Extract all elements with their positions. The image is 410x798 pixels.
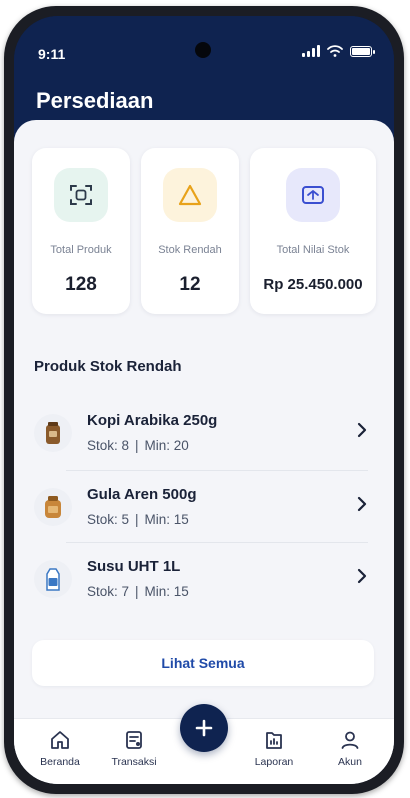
separator: |	[135, 512, 139, 527]
status-icons	[302, 45, 375, 57]
report-icon	[266, 732, 282, 749]
scan-icon	[54, 168, 108, 222]
separator: |	[135, 584, 139, 599]
plus-icon	[195, 719, 213, 737]
user-icon	[341, 731, 359, 749]
chevron-right-icon[interactable]	[354, 496, 370, 512]
stock-count: Stok: 8	[87, 438, 130, 453]
page-title: Persediaan	[36, 88, 154, 113]
min-stock: Min: 15	[144, 512, 189, 527]
app-header: 9:11 Persediaan	[14, 16, 394, 134]
chevron-right-icon[interactable]	[354, 422, 370, 438]
tab-label: Beranda	[40, 756, 80, 768]
warning-icon	[163, 168, 217, 222]
card-label: Total Nilai Stok	[276, 244, 350, 256]
receipt-icon	[126, 731, 142, 749]
wifi-icon	[327, 45, 343, 57]
card-value: 128	[65, 274, 97, 295]
tab-reports[interactable]: Laporan	[244, 729, 304, 768]
phone-frame: 9:11 Persediaan Total Produk 128 Stok Re…	[4, 6, 404, 794]
box-icon	[286, 168, 340, 222]
signal-icon	[302, 45, 320, 57]
app-screen: 9:11 Persediaan Total Produk 128 Stok Re…	[14, 16, 394, 784]
chevron-right-icon[interactable]	[354, 568, 370, 584]
product-name: Susu UHT 1L	[87, 558, 181, 575]
stock-info: Stok: 8 | Min: 20	[87, 438, 189, 453]
min-stock: Min: 20	[144, 438, 189, 453]
card-value: Rp 25.450.000	[263, 276, 363, 293]
tab-label: Laporan	[254, 756, 294, 768]
card-label: Stok Rendah	[158, 244, 222, 256]
status-time: 9:11	[38, 46, 66, 62]
battery-icon	[350, 45, 375, 57]
camera-cutout	[195, 42, 211, 58]
milk-carton-icon	[34, 560, 72, 598]
summary-card-low-stock[interactable]: Stok Rendah 12	[141, 148, 239, 314]
product-name: Gula Aren 500g	[87, 486, 197, 503]
summary-card-total-products[interactable]: Total Produk 128	[32, 148, 130, 314]
sugar-jar-icon	[34, 488, 72, 526]
min-stock: Min: 15	[144, 584, 189, 599]
card-label: Total Produk	[50, 244, 112, 256]
tab-label: Akun	[338, 756, 362, 768]
card-value: 12	[179, 274, 201, 295]
stock-count: Stok: 7	[87, 584, 130, 599]
stock-info: Stok: 5 | Min: 15	[87, 512, 189, 527]
section-title: Produk Stok Rendah	[34, 358, 182, 375]
coffee-bag-icon	[34, 414, 72, 452]
list-item[interactable]: Gula Aren 500g Stok: 5 | Min: 15	[34, 476, 374, 548]
tab-account[interactable]: Akun	[320, 729, 380, 768]
product-name: Kopi Arabika 250g	[87, 412, 218, 429]
tab-label: Transaksi	[111, 756, 157, 768]
divider	[66, 470, 368, 471]
list-item[interactable]: Kopi Arabika 250g Stok: 8 | Min: 20	[34, 402, 374, 474]
home-icon	[51, 731, 69, 749]
stock-info: Stok: 7 | Min: 15	[87, 584, 189, 599]
separator: |	[135, 438, 139, 453]
tab-home[interactable]: Beranda	[30, 729, 90, 768]
add-button[interactable]	[180, 704, 228, 752]
list-item[interactable]: Susu UHT 1L Stok: 7 | Min: 15	[34, 548, 374, 620]
stock-count: Stok: 5	[87, 512, 130, 527]
tab-transactions[interactable]: Transaksi	[104, 729, 164, 768]
see-all-button[interactable]: Lihat Semua	[32, 640, 374, 686]
divider	[66, 542, 368, 543]
main-content: Total Produk 128 Stok Rendah 12 Total Ni…	[14, 120, 394, 784]
summary-card-total-stock-value[interactable]: Total Nilai Stok Rp 25.450.000	[250, 148, 376, 314]
